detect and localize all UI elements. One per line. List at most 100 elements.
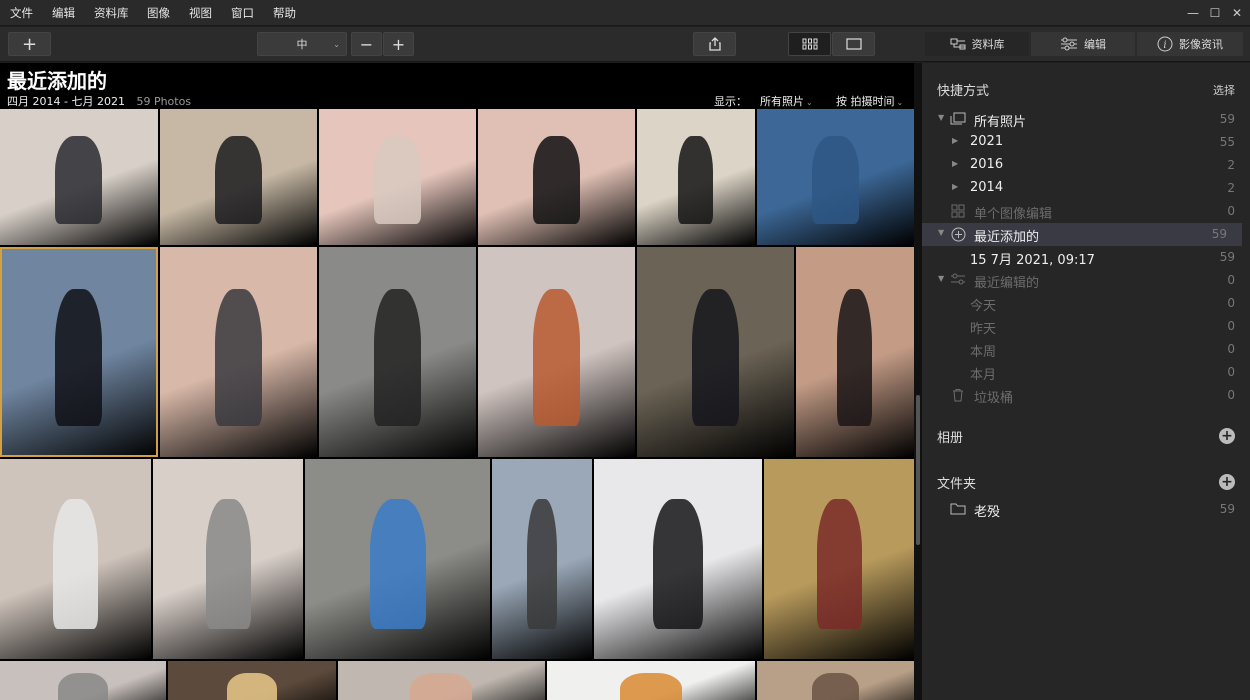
sort-dropdown[interactable]: 按 拍摄时间 ⌄ <box>836 93 903 109</box>
sidebar-item-2016[interactable]: ▶ 2016 2 <box>922 154 1250 177</box>
photo-thumbnail[interactable] <box>637 109 755 245</box>
menu-view[interactable]: 视图 <box>189 0 212 26</box>
disclosure-closed-icon[interactable]: ▶ <box>952 136 958 145</box>
thumbnail-size-select[interactable]: 中 ⌄ <box>257 32 347 56</box>
size-value: 中 <box>296 38 308 51</box>
sidebar-item-recently-added[interactable]: ▼ 最近添加的 59 <box>922 223 1242 246</box>
photo-thumbnail[interactable] <box>0 459 151 659</box>
disclosure-open-icon[interactable]: ▼ <box>938 274 944 283</box>
photo-thumbnail[interactable] <box>757 109 914 245</box>
show-value: 所有照片 <box>760 95 804 108</box>
scrollbar-thumb[interactable] <box>916 395 920 545</box>
add-album-button[interactable]: + <box>1219 428 1235 444</box>
photo-thumbnail[interactable] <box>160 247 317 457</box>
tab-edit[interactable]: 编辑 <box>1031 32 1135 56</box>
sidebar-item-count: 59 <box>1211 227 1227 241</box>
sliders-icon <box>950 273 966 287</box>
photo-thumbnail[interactable] <box>153 459 303 659</box>
photo-subject <box>55 136 102 224</box>
single-view-button[interactable] <box>832 32 875 56</box>
photo-thumbnail[interactable] <box>637 247 794 457</box>
menu-library[interactable]: 资料库 <box>94 0 129 26</box>
sidebar-item-this-month[interactable]: 本月 0 <box>922 361 1250 384</box>
menu-help[interactable]: 帮助 <box>273 0 296 26</box>
library-icon <box>950 38 965 50</box>
close-icon[interactable]: ✕ <box>1224 0 1250 26</box>
info-icon: i <box>1157 36 1173 52</box>
photo-thumbnail[interactable] <box>168 661 336 700</box>
date-range: 四月 2014 - 七月 2021 59 Photos <box>7 93 191 109</box>
sidebar-item-2014[interactable]: ▶ 2014 2 <box>922 177 1250 200</box>
sidebar-item-today[interactable]: 今天 0 <box>922 292 1250 315</box>
photo-thumbnail[interactable] <box>757 661 914 700</box>
photo-subject <box>620 673 682 700</box>
photo-thumbnail[interactable] <box>796 247 914 457</box>
sidebar-item-count: 0 <box>1227 273 1235 287</box>
grid-view-button[interactable] <box>788 32 831 56</box>
photo-subject <box>812 136 859 224</box>
photo-thumbnail[interactable] <box>478 247 635 457</box>
photo-subject <box>410 673 472 700</box>
disclosure-open-icon[interactable]: ▼ <box>938 113 944 122</box>
scrollbar-track[interactable] <box>914 63 922 700</box>
shortcuts-title: 快捷方式 <box>937 84 990 99</box>
sidebar-item-all-photos[interactable]: ▼ 所有照片 59 <box>922 108 1250 131</box>
photo-thumbnail[interactable] <box>478 109 635 245</box>
photo-thumbnail[interactable] <box>160 109 317 245</box>
photo-thumbnail[interactable] <box>492 459 592 659</box>
sidebar-item-this-week[interactable]: 本周 0 <box>922 338 1250 361</box>
sidebar-item-label: 所有照片 <box>974 115 1027 130</box>
photo-thumbnail[interactable] <box>305 459 490 659</box>
chevron-down-icon: ⌄ <box>896 98 904 107</box>
photo-thumbnail[interactable] <box>0 109 158 245</box>
disclosure-closed-icon[interactable]: ▶ <box>952 159 958 168</box>
tab-library[interactable]: 资料库 <box>925 32 1029 56</box>
sidebar-item-2021[interactable]: ▶ 2021 55 <box>922 131 1250 154</box>
photo-subject <box>533 289 580 426</box>
sidebar-item-folder[interactable]: 老殁 59 <box>922 498 1250 521</box>
photo-count: 59 Photos <box>136 95 192 108</box>
photo-thumbnail[interactable] <box>764 459 914 659</box>
sort-value: 按 拍摄时间 <box>836 95 895 108</box>
add-button[interactable]: + <box>8 32 51 56</box>
grid-icon <box>950 204 966 218</box>
zoom-out-button[interactable]: − <box>351 32 382 56</box>
sidebar-item-single-edits[interactable]: 单个图像编辑 0 <box>922 200 1250 223</box>
disclosure-closed-icon[interactable]: ▶ <box>952 182 958 191</box>
sidebar-item-recently-edited[interactable]: ▼ 最近编辑的 0 <box>922 269 1250 292</box>
menu-file[interactable]: 文件 <box>10 0 33 26</box>
menu-edit[interactable]: 编辑 <box>52 0 75 26</box>
sidebar-item-yesterday[interactable]: 昨天 0 <box>922 315 1250 338</box>
photo-subject <box>227 673 277 700</box>
chevron-down-icon: ⌄ <box>333 39 340 49</box>
photo-subject <box>812 673 859 700</box>
toolbar: + 中 ⌄ − + 资料库 编辑 i 影像资讯 <box>0 27 1250 62</box>
photo-thumbnail[interactable] <box>594 459 762 659</box>
photo-thumbnail[interactable] <box>338 661 545 700</box>
disclosure-open-icon[interactable]: ▼ <box>938 228 944 237</box>
sidebar-item-label: 最近添加的 <box>974 230 1040 245</box>
show-filter-dropdown[interactable]: 所有照片 ⌄ <box>760 93 813 109</box>
sidebar-item-label: 本月 <box>970 368 997 383</box>
photo-thumbnail[interactable] <box>319 247 476 457</box>
menu-window[interactable]: 窗口 <box>231 0 254 26</box>
zoom-in-button[interactable]: + <box>383 32 414 56</box>
sidebar-item-count: 59 <box>1219 250 1235 264</box>
photo-subject <box>58 673 108 700</box>
sidebar-item-import-date[interactable]: 15 7月 2021, 09:17 59 <box>922 246 1250 269</box>
sidebar-item-trash[interactable]: 垃圾桶 0 <box>922 384 1250 407</box>
select-button[interactable]: 选择 <box>1213 82 1235 98</box>
photo-thumbnail[interactable] <box>0 247 158 457</box>
photo-subject <box>370 499 426 629</box>
plus-circle-icon <box>950 227 966 242</box>
single-image-icon <box>845 38 862 50</box>
minus-icon: − <box>359 34 374 54</box>
tab-info[interactable]: i 影像资讯 <box>1137 32 1243 56</box>
photo-thumbnail[interactable] <box>319 109 476 245</box>
add-folder-button[interactable]: + <box>1219 474 1235 490</box>
photo-thumbnail[interactable] <box>547 661 755 700</box>
photo-subject <box>215 136 262 224</box>
menu-image[interactable]: 图像 <box>147 0 170 26</box>
share-button[interactable] <box>693 32 736 56</box>
photo-thumbnail[interactable] <box>0 661 166 700</box>
